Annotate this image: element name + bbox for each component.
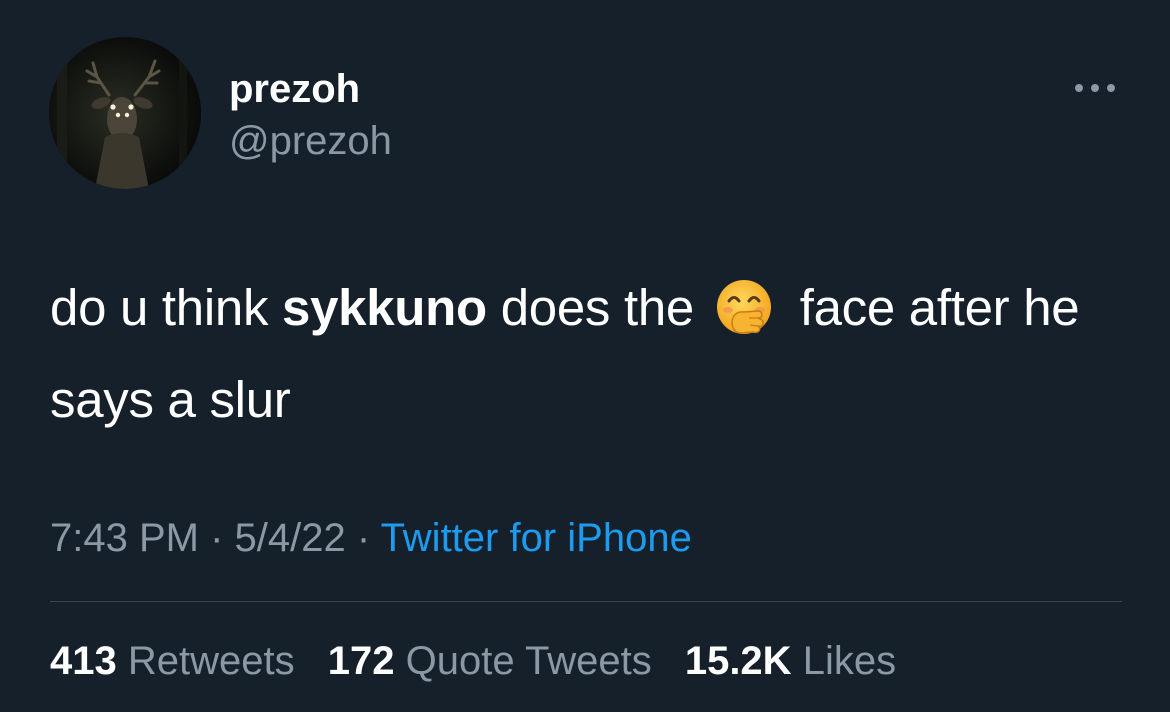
retweets-count: 413 — [50, 639, 117, 683]
tweet-card: prezoh @prezoh do u think sykkuno does t… — [0, 0, 1170, 712]
tweet-text-part: do u think — [50, 279, 283, 336]
tweet-date: 5/4/22 — [234, 516, 346, 560]
retweets-label: Retweets — [127, 639, 295, 683]
tweet-stats: 413 Retweets 172 Quote Tweets 15.2K Like… — [50, 637, 918, 685]
retweets-stat[interactable]: 413 Retweets — [50, 637, 295, 685]
meta-separator: · — [345, 516, 381, 560]
meta-separator: · — [198, 516, 235, 560]
face-with-hand-over-mouth-icon — [714, 277, 774, 337]
likes-stat[interactable]: 15.2K Likes — [685, 637, 896, 685]
likes-count: 15.2K — [684, 639, 792, 683]
tweet-time: 7:43 PM — [50, 516, 199, 560]
more-horizontal-icon — [1075, 84, 1115, 92]
display-name[interactable]: prezoh — [229, 66, 360, 112]
deer-avatar-icon — [49, 37, 201, 189]
tweet-text: do u think sykkuno does the face after h… — [50, 262, 1130, 446]
avatar[interactable] — [49, 37, 201, 189]
user-handle: @prezoh — [229, 119, 392, 163]
tweet-source-link[interactable]: Twitter for iPhone — [381, 516, 692, 560]
quote-tweets-label: Quote Tweets — [405, 639, 652, 683]
divider — [50, 601, 1122, 602]
quote-tweets-stat[interactable]: 172 Quote Tweets — [328, 637, 652, 685]
tweet-text-part: does the — [486, 279, 708, 336]
more-icon[interactable] — [1069, 74, 1121, 102]
likes-label: Likes — [802, 639, 897, 683]
tweet-mention-text: sykkuno — [282, 279, 487, 336]
quote-tweets-count: 172 — [327, 639, 395, 683]
tweet-metadata: 7:43 PM · 5/4/22 · Twitter for iPhone — [50, 514, 692, 562]
